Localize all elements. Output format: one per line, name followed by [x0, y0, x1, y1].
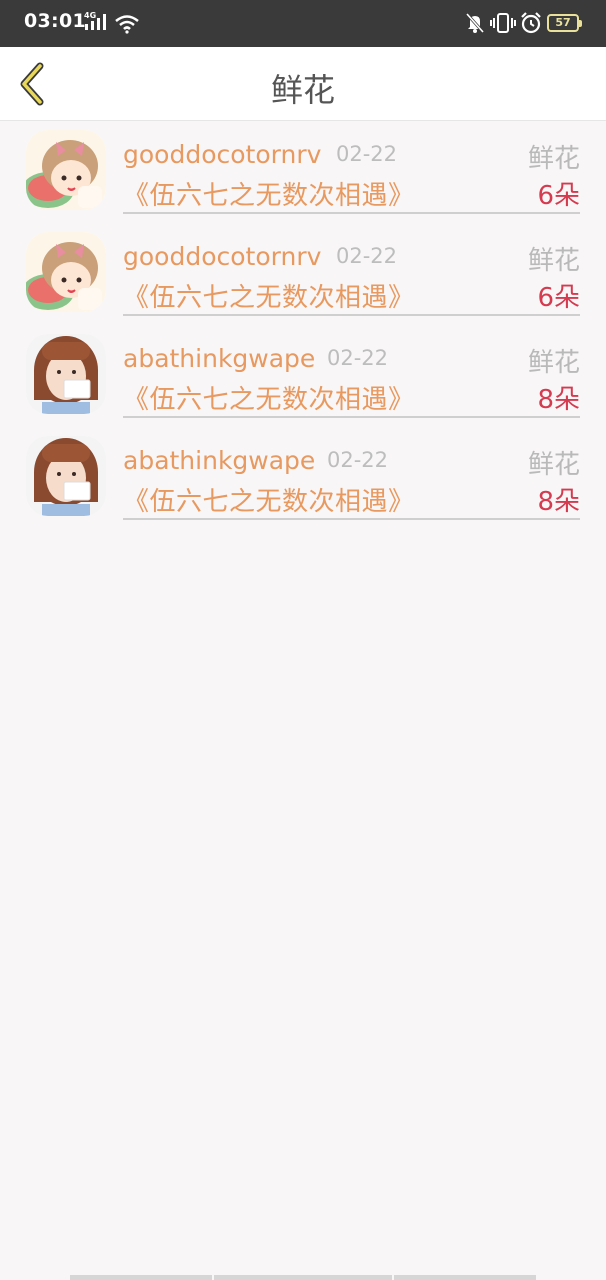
cartoon-girl-avatar: [26, 130, 106, 210]
username[interactable]: abathinkgwape: [123, 344, 315, 373]
battery-icon: 57: [547, 14, 582, 32]
status-time: 03:01: [24, 10, 86, 32]
date: 02-22: [327, 346, 389, 370]
list-item[interactable]: abathinkgwape 02-22 鲜花 《伍六七之无数次相遇》 8朵: [0, 434, 606, 536]
wifi-icon: [114, 14, 140, 38]
gift-count: 6朵: [537, 283, 580, 313]
nav-segment[interactable]: [70, 1275, 212, 1280]
svg-text:4G: 4G: [84, 11, 96, 20]
gift-type: 鲜花: [527, 450, 580, 480]
book-title[interactable]: 《伍六七之无数次相遇》: [123, 277, 415, 314]
page-title: 鲜花: [270, 71, 335, 109]
gift-type: 鲜花: [527, 144, 580, 174]
mute-icon: [465, 12, 485, 38]
divider: [123, 212, 580, 214]
avatar[interactable]: [26, 232, 106, 312]
nav-segment[interactable]: [214, 1275, 392, 1280]
book-title[interactable]: 《伍六七之无数次相遇》: [123, 379, 415, 416]
cartoon-girl-avatar: [26, 232, 106, 312]
divider: [123, 416, 580, 418]
list-item[interactable]: gooddocotornrv 02-22 鲜花 《伍六七之无数次相遇》 6朵: [0, 230, 606, 332]
avatar[interactable]: [26, 334, 106, 414]
date: 02-22: [327, 448, 389, 472]
date: 02-22: [336, 142, 398, 166]
gift-type: 鲜花: [527, 348, 580, 378]
avatar[interactable]: [26, 130, 106, 210]
gift-list: gooddocotornrv 02-22 鲜花 《伍六七之无数次相遇》 6朵 g…: [0, 128, 606, 536]
nav-segment[interactable]: [394, 1275, 536, 1280]
photo-girl-avatar: [26, 436, 106, 516]
list-item[interactable]: gooddocotornrv 02-22 鲜花 《伍六七之无数次相遇》 6朵: [0, 128, 606, 230]
system-nav-bar: [70, 1275, 536, 1280]
alarm-icon: [520, 12, 542, 38]
signal-icon: 4G: [84, 10, 110, 36]
username[interactable]: gooddocotornrv: [123, 140, 321, 169]
divider: [123, 314, 580, 316]
status-bar: 03:01 4G 57: [0, 0, 606, 47]
username[interactable]: abathinkgwape: [123, 446, 315, 475]
photo-girl-avatar: [26, 334, 106, 414]
gift-type: 鲜花: [527, 246, 580, 276]
vibrate-icon: [490, 12, 516, 38]
username[interactable]: gooddocotornrv: [123, 242, 321, 271]
gift-count: 6朵: [537, 181, 580, 211]
gift-count: 8朵: [537, 487, 580, 517]
avatar[interactable]: [26, 436, 106, 516]
app-header: 鲜花: [0, 47, 606, 121]
list-item[interactable]: abathinkgwape 02-22 鲜花 《伍六七之无数次相遇》 8朵: [0, 332, 606, 434]
divider: [123, 518, 580, 520]
gift-count: 8朵: [537, 385, 580, 415]
date: 02-22: [336, 244, 398, 268]
book-title[interactable]: 《伍六七之无数次相遇》: [123, 175, 415, 212]
book-title[interactable]: 《伍六七之无数次相遇》: [123, 481, 415, 518]
